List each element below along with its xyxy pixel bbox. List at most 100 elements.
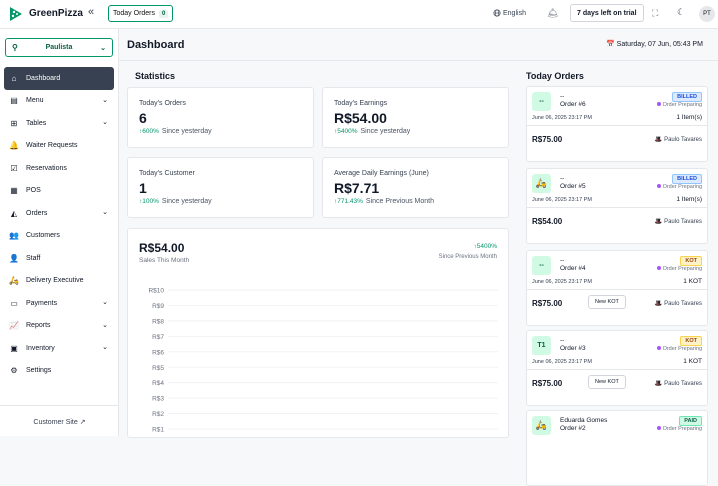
y-tick-label: R$8 (152, 318, 164, 325)
trial-button[interactable]: 7 days left on trial (570, 4, 644, 22)
y-tick-label: R$10 (148, 288, 164, 295)
sidebar-item-inventory[interactable]: ▣ Inventory ⌄ (4, 337, 114, 360)
fullscreen-icon[interactable]: ⛶ (652, 8, 658, 19)
waiter-icon: 🎩 (654, 381, 663, 387)
stat-change: ↑5400% Since yesterday (334, 128, 411, 135)
status-badge: BILLED (672, 174, 702, 184)
y-tick-label: R$9 (152, 303, 164, 310)
new-kot-button[interactable]: New KOT (588, 295, 626, 309)
order-total: R$75.00 (532, 299, 563, 308)
sidebar-item-label: Customers (26, 232, 60, 240)
waiter-icon: 🎩 (654, 137, 663, 143)
sidebar-item-label: Reservations (26, 164, 67, 172)
language-selector[interactable]: English (493, 9, 526, 17)
sidebar-item-label: Staff (26, 254, 41, 262)
sidebar-item-orders[interactable]: ◭ Orders ⌄ (4, 202, 114, 225)
wallet-icon: ▭ (10, 298, 18, 308)
waiter-icon: 🎩 (654, 301, 663, 307)
menu-book-icon: ▤ (10, 96, 18, 106)
order-table-badge: 🛵 (532, 416, 551, 435)
order-items: 1 KOT (683, 358, 702, 365)
sales-value: R$54.00 (139, 241, 185, 255)
gear-icon: ⚙ (10, 366, 18, 376)
y-tick-label: R$4 (152, 380, 164, 387)
pizza-logo-icon[interactable] (8, 6, 24, 22)
stat-change: ↑600% Since yesterday (139, 128, 212, 135)
order-total: R$54.00 (532, 217, 563, 226)
location-pin-icon: ⚲ (12, 43, 18, 52)
sidebar-item-label: Settings (26, 367, 52, 375)
today-orders-button[interactable]: Today Orders 0 (108, 5, 174, 22)
page-title: Dashboard (127, 39, 185, 51)
order-card[interactable]: 🛵 Eduarda Gomes Order #2 PAID Order Preparin… (526, 410, 708, 486)
waiter-bell-icon[interactable]: 🛎 (547, 8, 558, 19)
sidebar-item-reports[interactable]: 📈 Reports ⌄ (4, 315, 114, 338)
sidebar-item-waiter-requests[interactable]: 🔔 Waiter Requests (4, 135, 114, 158)
order-waiter: 🎩 Paulo Tavares (654, 219, 702, 225)
sidebar: ⚲ Paulista ⌄ ⌂ Dashboard ▤ Menu ⌄ ⊞ Tables ⌄ 🔔 Wa… (0, 29, 119, 436)
order-number: Order #2 (560, 425, 586, 432)
order-total: R$75.00 (532, 379, 563, 388)
stat-change: ↑100% Since yesterday (139, 198, 212, 205)
customer-site-link[interactable]: Customer Site ↗ (0, 405, 119, 426)
brand-name[interactable]: GreenPizza (29, 8, 83, 19)
pos-icon: ▦ (10, 186, 18, 196)
y-tick-label: R$5 (152, 365, 164, 372)
table-icon: ⊞ (10, 118, 18, 128)
sales-since: Since Previous Month (438, 254, 497, 260)
chevron-down-icon: ⌄ (100, 44, 106, 52)
sidebar-item-settings[interactable]: ⚙ Settings (4, 360, 114, 383)
header-divider (119, 60, 718, 61)
stat-label: Today's Orders (139, 100, 186, 107)
status-badge: PAID (679, 416, 702, 426)
sidebar-item-pos[interactable]: ▦ POS (4, 180, 114, 203)
new-kot-button[interactable]: New KOT (588, 375, 626, 389)
order-table-badge: -- (532, 92, 551, 111)
divider (527, 289, 707, 290)
chart-icon: 📈 (9, 321, 19, 331)
sidebar-item-label: Delivery Executive (26, 277, 84, 285)
order-table-badge: T1 (532, 336, 551, 355)
sidebar-item-customers[interactable]: 👥 Customers (4, 225, 114, 248)
branch-selector[interactable]: ⚲ Paulista ⌄ (5, 38, 113, 57)
order-card[interactable]: -- -- Order #6 BILLED Order Preparing June 06… (526, 86, 708, 162)
order-prep-status: Order Preparing (656, 266, 702, 272)
collapse-sidebar-icon[interactable]: « (88, 6, 94, 18)
order-total: R$75.00 (532, 135, 563, 144)
sidebar-item-menu[interactable]: ▤ Menu ⌄ (4, 90, 114, 113)
sidebar-item-label: Dashboard (26, 74, 61, 82)
sales-subtitle: Sales This Month (139, 257, 190, 264)
stat-label: Today's Customer (139, 170, 195, 177)
globe-icon (493, 9, 501, 17)
order-card[interactable]: T1 -- Order #3 KOT Order Preparing June 06, 2… (526, 330, 708, 406)
stat-value: 6 (139, 110, 147, 126)
status-badge: KOT (680, 256, 702, 266)
avatar[interactable]: PT (699, 6, 715, 22)
order-prep-status: Order Preparing (656, 102, 702, 108)
chevron-down-icon: ⌄ (102, 299, 108, 306)
dark-mode-icon[interactable]: ☾ (677, 7, 685, 18)
sidebar-item-staff[interactable]: 👤 Staff (4, 247, 114, 270)
stat-value: 1 (139, 180, 147, 196)
sidebar-item-label: Menu (26, 97, 44, 105)
status-badge: KOT (680, 336, 702, 346)
sidebar-item-tables[interactable]: ⊞ Tables ⌄ (4, 112, 114, 135)
sidebar-item-label: Inventory (26, 344, 55, 352)
order-table-badge: -- (532, 256, 551, 275)
y-tick-label: R$7 (152, 334, 164, 341)
order-date: June 06, 2025 23:17 PM (532, 197, 592, 203)
order-card[interactable]: 🛵 -- Order #5 BILLED Order Preparing June 06,… (526, 168, 708, 244)
order-items: 1 Item(s) (676, 114, 702, 121)
order-card[interactable]: -- -- Order #4 KOT Order Preparing June 06, 2… (526, 250, 708, 326)
order-prep-status: Order Preparing (656, 184, 702, 190)
chevron-down-icon: ⌄ (102, 344, 108, 351)
sidebar-item-label: Payments (26, 299, 58, 307)
sidebar-item-payments[interactable]: ▭ Payments ⌄ (4, 292, 114, 315)
sidebar-item-reservations[interactable]: ☑ Reservations (4, 157, 114, 180)
sidebar-item-delivery-executive[interactable]: 🛵 Delivery Executive (4, 270, 114, 293)
sidebar-item-dashboard[interactable]: ⌂ Dashboard (4, 67, 114, 90)
order-prep-status: Order Preparing (656, 426, 702, 432)
bell-icon: 🔔 (9, 141, 19, 151)
order-date: June 06, 2025 23:17 PM (532, 115, 592, 121)
y-tick-label: R$2 (152, 411, 164, 418)
